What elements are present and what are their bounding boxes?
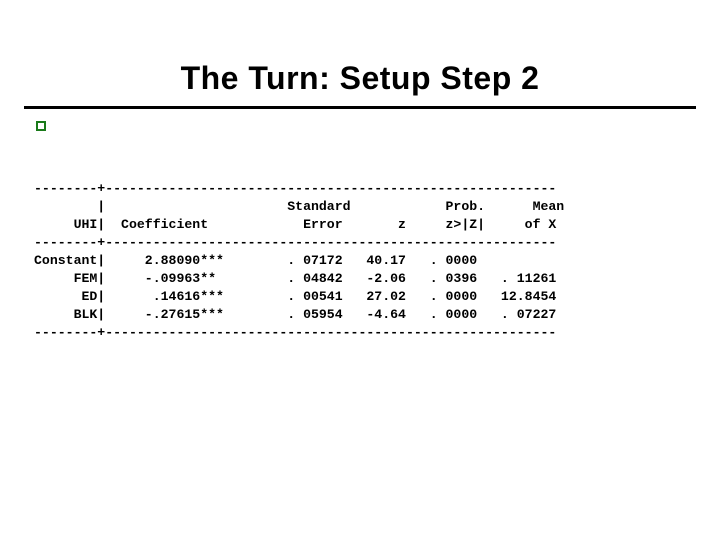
header-line-1: | Standard Prob. Mean [34, 199, 564, 214]
header-line-2: UHI| Coefficient Error z z>|Z| of X [34, 217, 556, 232]
slide: The Turn: Setup Step 2 --------+--------… [0, 0, 720, 540]
rule-top: --------+-------------------------------… [34, 181, 556, 196]
regression-output: --------+-------------------------------… [34, 180, 564, 342]
title-underline [24, 106, 696, 109]
row-fem: FEM| -.09963** . 04842 -2.06 . 0396 . 11… [34, 271, 556, 286]
rule-bot: --------+-------------------------------… [34, 325, 556, 340]
row-blk: BLK| -.27615*** . 05954 -4.64 . 0000 . 0… [34, 307, 556, 322]
row-constant: Constant| 2.88090*** . 07172 40.17 . 000… [34, 253, 556, 268]
bullet-square-icon [36, 121, 46, 131]
title-container: The Turn: Setup Step 2 [0, 60, 720, 97]
rule-mid: --------+-------------------------------… [34, 235, 556, 250]
slide-title: The Turn: Setup Step 2 [181, 60, 540, 96]
row-ed: ED| .14616*** . 00541 27.02 . 0000 12.84… [34, 289, 556, 304]
